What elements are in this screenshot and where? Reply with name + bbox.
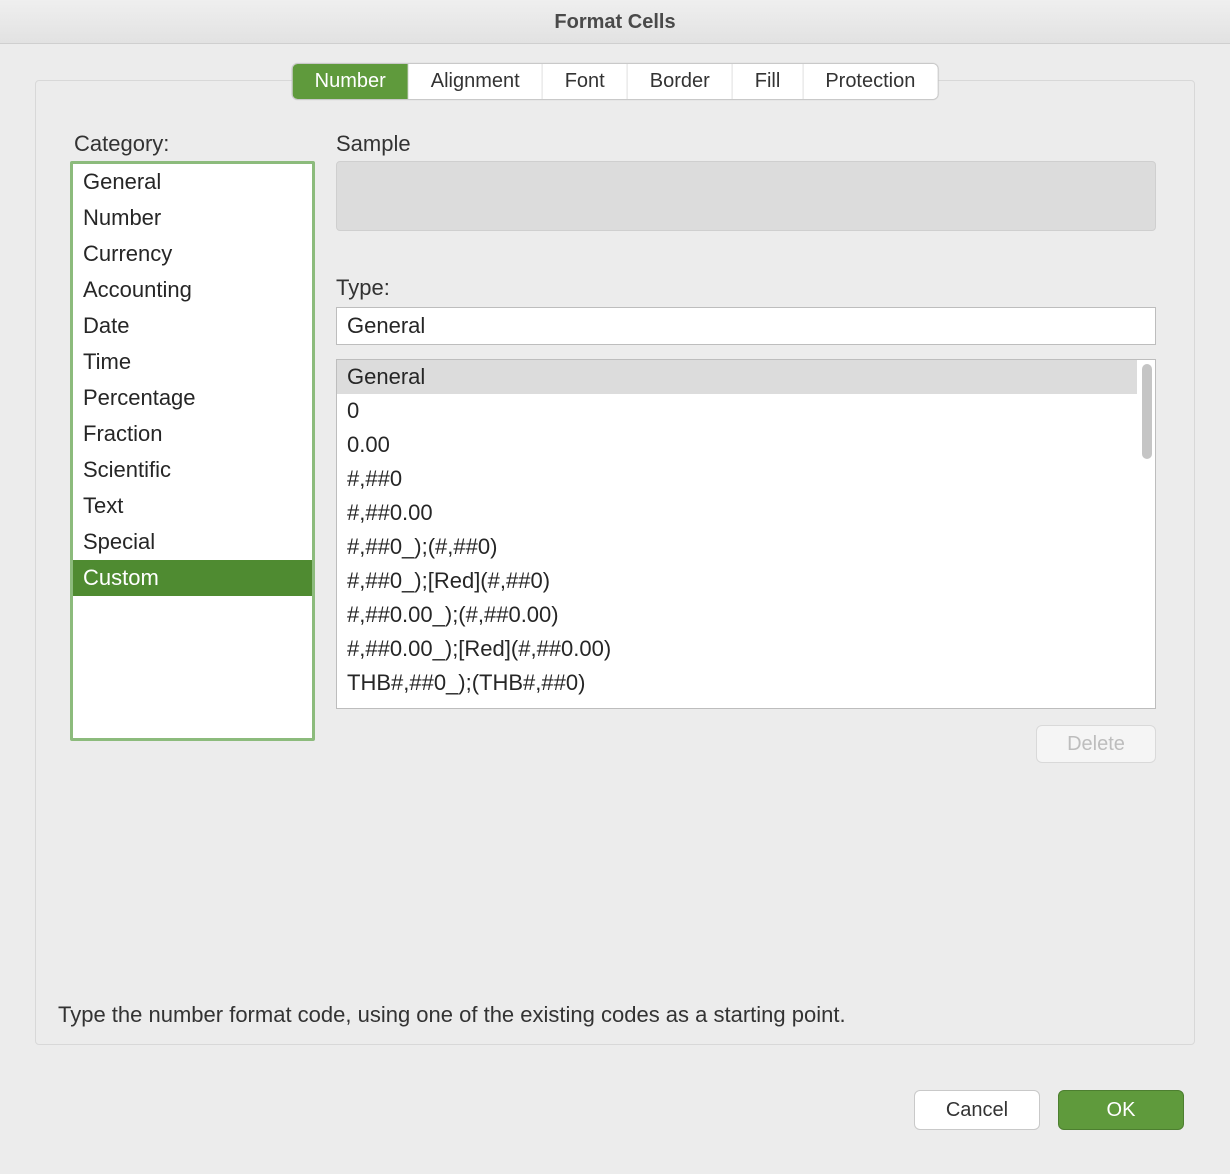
format-code-item[interactable]: 0 [337,394,1137,428]
format-code-item[interactable]: #,##0_);(#,##0) [337,530,1137,564]
scrollbar-thumb[interactable] [1142,364,1152,459]
dialog-button-row: Cancel OK [914,1090,1184,1130]
category-item-fraction[interactable]: Fraction [73,416,312,452]
window-title: Format Cells [0,0,1230,44]
format-code-item[interactable]: General [337,360,1137,394]
category-listbox[interactable]: General Number Currency Accounting Date … [70,161,315,741]
format-code-listbox[interactable]: General 0 0.00 #,##0 #,##0.00 #,##0_);(#… [336,359,1156,709]
scrollbar-track[interactable] [1142,364,1152,704]
tab-border[interactable]: Border [628,64,733,99]
help-text: Type the number format code, using one o… [58,1002,846,1028]
category-item-percentage[interactable]: Percentage [73,380,312,416]
format-code-item[interactable]: #,##0.00 [337,496,1137,530]
category-item-number[interactable]: Number [73,200,312,236]
tab-protection[interactable]: Protection [803,64,937,99]
tab-fill[interactable]: Fill [733,64,804,99]
cancel-button[interactable]: Cancel [914,1090,1040,1130]
category-item-scientific[interactable]: Scientific [73,452,312,488]
format-code-item[interactable]: #,##0.00_);[Red](#,##0.00) [337,632,1137,666]
tab-number[interactable]: Number [293,64,409,99]
sample-preview [336,161,1156,231]
category-item-general[interactable]: General [73,164,312,200]
type-label: Type: [336,275,390,301]
format-code-list-inner: General 0 0.00 #,##0 #,##0.00 #,##0_);(#… [337,360,1137,708]
tab-alignment[interactable]: Alignment [409,64,543,99]
format-code-item[interactable]: #,##0.00_);(#,##0.00) [337,598,1137,632]
category-item-text[interactable]: Text [73,488,312,524]
format-code-item[interactable]: THB#,##0_);[Red](THB#,##0) [337,700,1137,708]
category-item-accounting[interactable]: Accounting [73,272,312,308]
format-cells-panel: Number Alignment Font Border Fill Protec… [35,80,1195,1045]
format-code-item[interactable]: #,##0_);[Red](#,##0) [337,564,1137,598]
ok-button[interactable]: OK [1058,1090,1184,1130]
category-item-currency[interactable]: Currency [73,236,312,272]
category-item-special[interactable]: Special [73,524,312,560]
tab-font[interactable]: Font [543,64,628,99]
format-code-item[interactable]: 0.00 [337,428,1137,462]
format-code-item[interactable]: THB#,##0_);(THB#,##0) [337,666,1137,700]
category-item-date[interactable]: Date [73,308,312,344]
sample-label: Sample [336,131,411,157]
tab-bar: Number Alignment Font Border Fill Protec… [292,63,939,100]
type-input[interactable] [336,307,1156,345]
category-item-custom[interactable]: Custom [73,560,312,596]
category-item-time[interactable]: Time [73,344,312,380]
format-code-item[interactable]: #,##0 [337,462,1137,496]
category-label: Category: [74,131,169,157]
delete-button[interactable]: Delete [1036,725,1156,763]
